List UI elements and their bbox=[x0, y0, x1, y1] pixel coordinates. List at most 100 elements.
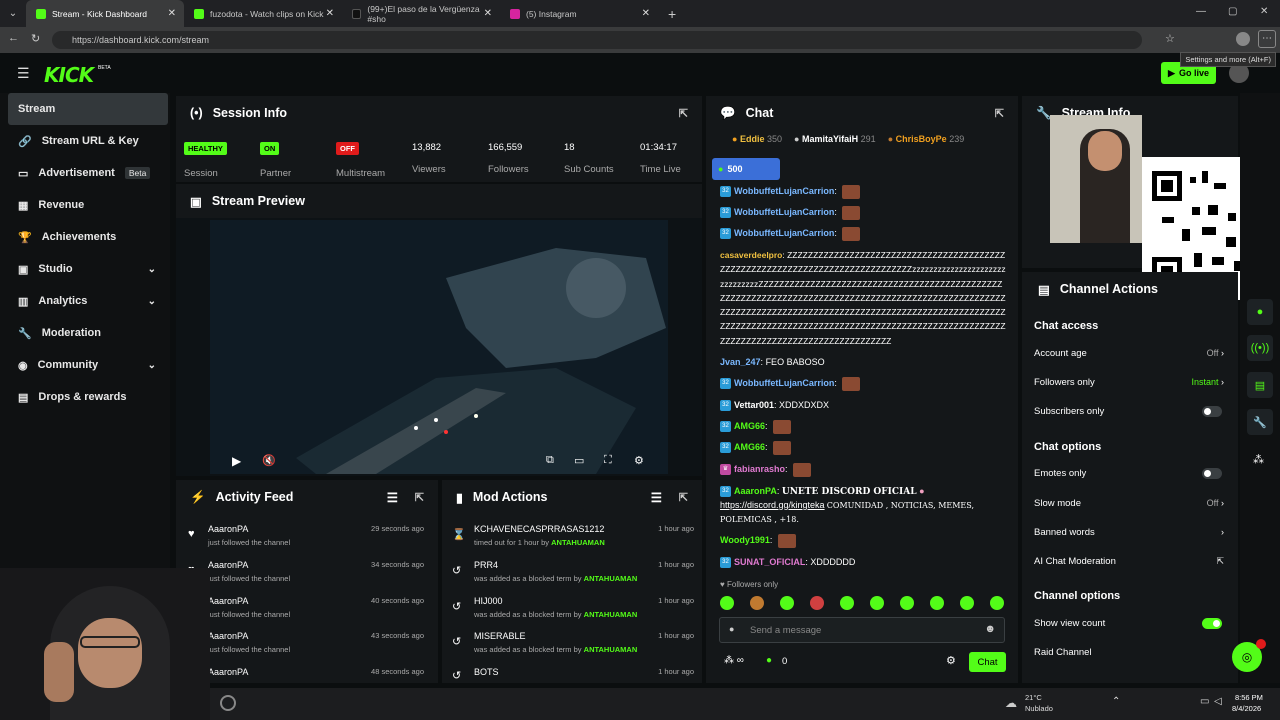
sidebar-item-revenue[interactable]: ▦ Revenue bbox=[0, 189, 170, 221]
profile-avatar-icon[interactable] bbox=[1236, 32, 1250, 46]
close-tab-icon[interactable]: ✕ bbox=[326, 8, 334, 19]
chat-username[interactable]: Vettar001 bbox=[734, 400, 774, 410]
settings-more-icon[interactable]: ⋯ bbox=[1258, 30, 1276, 48]
chat-username[interactable]: WobbuffetLujanCarrion bbox=[734, 207, 834, 217]
sidebar-item-stream[interactable]: Stream bbox=[8, 93, 168, 125]
url-field[interactable]: https://dashboard.kick.com/stream bbox=[52, 31, 1142, 49]
chat-username[interactable]: AMG66 bbox=[734, 442, 765, 452]
emote-icon[interactable] bbox=[720, 596, 734, 610]
chat-bubble-icon[interactable]: ● bbox=[1247, 299, 1273, 325]
browser-tab-stream[interactable]: Stream - Kick Dashboard ✕ bbox=[26, 0, 184, 27]
emote-icon[interactable] bbox=[900, 596, 914, 610]
tiktok-favicon-icon bbox=[352, 8, 362, 19]
emotes-only-toggle[interactable] bbox=[1202, 468, 1222, 479]
wrench-icon[interactable]: 🔧 bbox=[1247, 409, 1273, 435]
chat-username[interactable]: AMG66 bbox=[734, 421, 765, 431]
emote-icon[interactable] bbox=[750, 596, 764, 610]
dashboard-icon[interactable]: ▤ bbox=[1247, 372, 1273, 398]
banned-words-setting[interactable]: Banned words › bbox=[1034, 527, 1224, 538]
popout-icon[interactable]: ⇱ bbox=[995, 107, 1004, 120]
start-app-icon[interactable] bbox=[220, 695, 236, 711]
pip-icon[interactable]: ⧉ bbox=[546, 454, 554, 467]
sidebar-item-drops-rewards[interactable]: ▤ Drops & rewards bbox=[0, 381, 170, 413]
close-tab-icon[interactable]: ✕ bbox=[484, 8, 492, 19]
back-icon[interactable]: ← bbox=[8, 32, 19, 44]
emote-icon[interactable] bbox=[960, 596, 974, 610]
ai-moderation-setting[interactable]: AI Chat Moderation ⇱ bbox=[1034, 556, 1224, 567]
followers-only-setting[interactable]: Followers only Instant › bbox=[1034, 377, 1224, 388]
volume-icon[interactable]: ◁ bbox=[1214, 696, 1222, 707]
sidebar-item-stream-url-key[interactable]: 🔗 Stream URL & Key bbox=[0, 125, 170, 157]
kick-logo[interactable]: KICK bbox=[44, 63, 94, 87]
close-window-icon[interactable]: ✕ bbox=[1260, 6, 1268, 17]
browser-tab-instagram[interactable]: (5) Instagram ✕ bbox=[500, 0, 658, 27]
goal-badge[interactable]: ● 500 bbox=[712, 158, 780, 180]
close-tab-icon[interactable]: ✕ bbox=[642, 8, 650, 19]
mute-icon[interactable]: 🔇 bbox=[262, 454, 276, 467]
minimize-icon[interactable]: — bbox=[1196, 6, 1206, 17]
emote-icon[interactable] bbox=[780, 596, 794, 610]
popout-icon[interactable]: ⇱ bbox=[679, 491, 688, 504]
users-icon[interactable]: ⁂ ∞ bbox=[724, 655, 744, 666]
url-text: https://dashboard.kick.com/stream bbox=[72, 35, 210, 45]
stream-video-player[interactable]: ▶ 🔇 ⧉ ▭ ⛶ ⚙ bbox=[176, 218, 702, 476]
sidebar-item-moderation[interactable]: 🔧 Moderation bbox=[0, 317, 170, 349]
sidebar-item-label: Stream bbox=[18, 103, 56, 115]
sidebar-item-advertisement[interactable]: ▭ Advertisement Beta bbox=[0, 157, 170, 189]
show-view-count-toggle[interactable] bbox=[1202, 618, 1222, 629]
emote-icon[interactable] bbox=[930, 596, 944, 610]
emote-icon[interactable] bbox=[990, 596, 1004, 610]
tray-expand-icon[interactable]: ⌃ bbox=[1112, 696, 1120, 707]
emoji-icon[interactable]: ☻ bbox=[984, 623, 996, 635]
chat-message: 32 WobbuffetLujanCarrion: bbox=[720, 226, 861, 241]
sidebar-item-label: Drops & rewards bbox=[38, 391, 127, 403]
chat-username[interactable]: AaaronPA bbox=[734, 486, 777, 496]
chat-username[interactable]: Woody1991 bbox=[720, 535, 770, 545]
subscribers-only-toggle[interactable] bbox=[1202, 406, 1222, 417]
popout-icon[interactable]: ⇱ bbox=[679, 107, 688, 120]
refresh-icon[interactable]: ↻ bbox=[31, 32, 40, 45]
send-chat-button[interactable]: Chat bbox=[969, 652, 1006, 672]
favorite-star-icon[interactable]: ☆ bbox=[1165, 32, 1175, 45]
users-icon[interactable]: ⁂ bbox=[1253, 453, 1264, 466]
chat-username[interactable]: WobbuffetLujanCarrion bbox=[734, 186, 834, 196]
sidebar-item-studio[interactable]: ▣ Studio ⌄ bbox=[0, 253, 170, 285]
chat-username[interactable]: casaverdeelpro bbox=[720, 250, 782, 260]
chat-settings-icon[interactable]: ⚙ bbox=[946, 654, 956, 667]
fullscreen-icon[interactable]: ⛶ bbox=[604, 454, 612, 467]
network-icon[interactable]: ▭ bbox=[1200, 696, 1209, 707]
tab-menu-icon[interactable]: ⌄ bbox=[0, 8, 26, 19]
hamburger-menu-icon[interactable]: ☰ bbox=[17, 65, 30, 82]
account-age-setting[interactable]: Account age Off › bbox=[1034, 348, 1224, 359]
chat-input[interactable]: ● Send a message ☻ bbox=[719, 617, 1005, 643]
emote-icon[interactable] bbox=[810, 596, 824, 610]
emote-icon[interactable] bbox=[840, 596, 854, 610]
sidebar-item-analytics[interactable]: ▥ Analytics ⌄ bbox=[0, 285, 170, 317]
chat-username[interactable]: WobbuffetLujanCarrion bbox=[734, 378, 834, 388]
raid-channel-setting[interactable]: Raid Channel bbox=[1034, 647, 1224, 658]
sidebar-item-achievements[interactable]: 🏆 Achievements bbox=[0, 221, 170, 253]
close-tab-icon[interactable]: ✕ bbox=[168, 8, 176, 19]
discord-link[interactable]: https://discord.gg/kingteka bbox=[720, 500, 825, 510]
new-tab-icon[interactable]: + bbox=[668, 6, 676, 22]
popout-icon[interactable]: ⇱ bbox=[415, 491, 424, 504]
maximize-icon[interactable]: ▢ bbox=[1228, 6, 1237, 17]
filter-icon[interactable]: ☰ bbox=[651, 490, 662, 505]
streamer-face bbox=[1088, 131, 1122, 171]
slow-mode-setting[interactable]: Slow mode Off › bbox=[1034, 498, 1224, 509]
settings-gear-icon[interactable]: ⚙ bbox=[634, 454, 644, 467]
chat-username[interactable]: fabianrasho bbox=[734, 464, 785, 474]
browser-tab-clips[interactable]: fuzodota - Watch clips on Kick ✕ bbox=[184, 0, 342, 27]
filter-icon[interactable]: ☰ bbox=[387, 490, 398, 505]
theater-icon[interactable]: ▭ bbox=[574, 454, 584, 467]
chat-username[interactable]: SUNAT_OFICIAL bbox=[734, 557, 805, 567]
play-icon[interactable]: ▶ bbox=[232, 454, 241, 468]
lightning-icon: ⚡ bbox=[190, 489, 206, 504]
chat-username[interactable]: WobbuffetLujanCarrion bbox=[734, 228, 834, 238]
emote-icon[interactable] bbox=[870, 596, 884, 610]
broadcast-icon[interactable]: ((•)) bbox=[1247, 335, 1273, 361]
chat-username[interactable]: Jvan_247 bbox=[720, 357, 761, 367]
chat-header: 💬 Chat ⇱ bbox=[706, 96, 1018, 130]
browser-tab-tiktok[interactable]: (99+)El paso de la Vergüenza #sho ✕ bbox=[342, 0, 500, 27]
sidebar-item-community[interactable]: ◉ Community ⌄ bbox=[0, 349, 170, 381]
